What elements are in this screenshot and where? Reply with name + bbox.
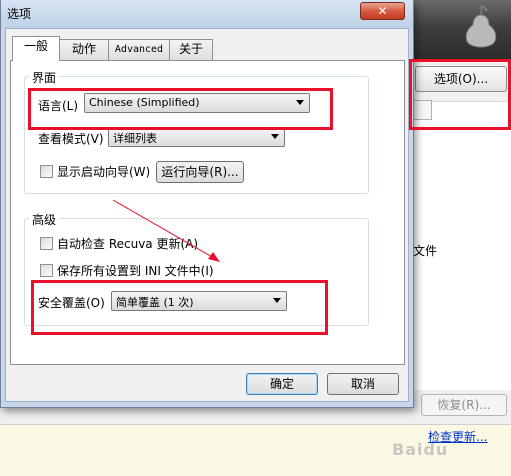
interface-group-title: 界面 <box>29 69 60 86</box>
view-mode-select[interactable]: 详细列表 <box>108 127 285 147</box>
advanced-group-title: 高级 <box>29 211 60 228</box>
save-ini-label: 保存所有设置到 INI 文件中(I) <box>57 264 214 278</box>
save-ini-checkbox[interactable] <box>40 264 53 277</box>
close-icon: ✕ <box>377 4 388 18</box>
dialog-title: 选项 <box>7 7 32 21</box>
view-mode-value: 详细列表 <box>113 132 157 145</box>
list-text-file: 文件 <box>413 244 438 258</box>
chevron-down-icon <box>271 134 279 139</box>
watermark: Baidu <box>392 440 449 459</box>
show-wizard-checkbox[interactable] <box>40 165 53 178</box>
tab-actions[interactable]: 动作 <box>59 39 109 60</box>
cancel-button[interactable]: 取消 <box>327 373 399 395</box>
auto-update-label: 自动检查 Recuva 更新(A) <box>57 237 199 251</box>
ok-button[interactable]: 确定 <box>246 373 318 395</box>
tab-general[interactable]: 一般 <box>12 36 60 61</box>
highlight-box-options-button <box>409 59 511 130</box>
tab-advanced[interactable]: Advanced <box>108 39 170 60</box>
tab-about[interactable]: 关于 <box>169 39 213 60</box>
dialog-titlebar[interactable]: 选项 ✕ <box>1 0 413 28</box>
run-wizard-button[interactable]: 运行向导(R)... <box>156 161 244 183</box>
highlight-box-language <box>28 88 333 130</box>
options-dialog: 选项 ✕ 一般 动作 Advanced 关于 确定 取消 <box>0 0 414 408</box>
view-mode-label: 查看模式(V) <box>38 132 104 146</box>
show-wizard-label: 显示启动向导(W) <box>57 165 151 179</box>
highlight-box-secure-overwrite <box>31 280 328 335</box>
pear-logo-icon <box>465 5 497 48</box>
auto-update-checkbox[interactable] <box>40 237 53 250</box>
close-button[interactable]: ✕ <box>360 2 405 20</box>
restore-button[interactable]: 恢复(R)... <box>421 394 507 416</box>
